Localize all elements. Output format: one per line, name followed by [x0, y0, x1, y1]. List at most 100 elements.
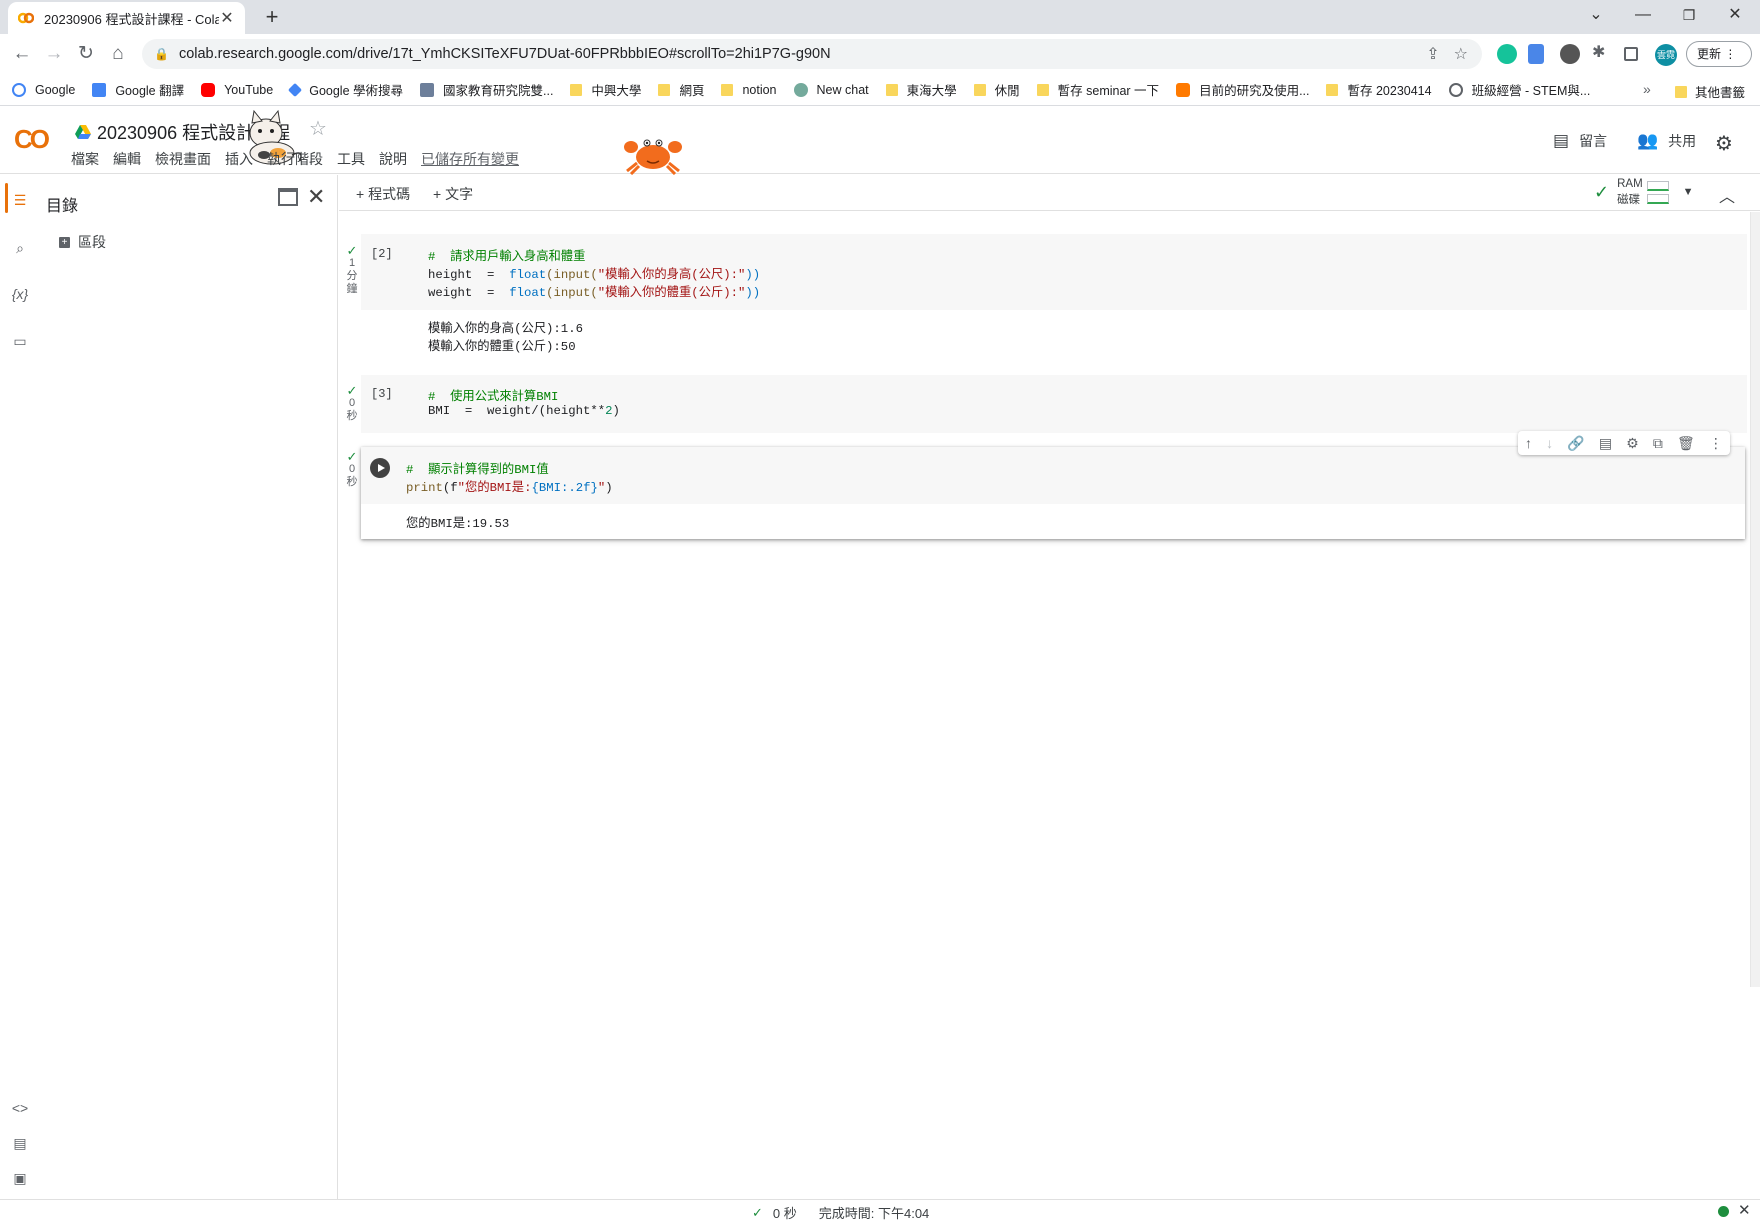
more-vert-icon[interactable]: ⋮	[1709, 435, 1723, 452]
save-status-link[interactable]: 已儲存所有變更	[421, 149, 519, 169]
lock-icon: 🔒	[154, 47, 169, 61]
bookmark-folder-leisure[interactable]: 休閒	[973, 80, 1020, 99]
menu-runtime[interactable]: 執行階段	[267, 149, 323, 169]
comment-button[interactable]: ▤ 留言	[1553, 131, 1607, 151]
bookmark-folder-nchu[interactable]: 中興大學	[570, 80, 641, 99]
colab-header: CO 20230906 程式設計課程 ☆ 檔案 編輯 檢視畫面 插入 執行階段 …	[0, 107, 1760, 175]
notebook-scrollbar[interactable]	[1750, 212, 1760, 987]
mirror-cell-icon[interactable]: ⧉	[1653, 435, 1663, 452]
bookmark-youtube[interactable]: YouTube	[201, 82, 273, 97]
star-notebook-icon[interactable]: ☆	[309, 116, 327, 141]
forward-button[interactable]: →	[40, 40, 68, 68]
puzzle-extensions-icon[interactable]: ✱	[1592, 42, 1612, 62]
code-editor[interactable]: # 顯示計算得到的BMI值 print(f"您的BMI是:{BMI:.2f}")	[399, 447, 1745, 504]
close-panel-icon[interactable]: ✕	[307, 184, 325, 210]
menu-view[interactable]: 檢視畫面	[155, 149, 211, 169]
delete-icon[interactable]: 🗑	[1677, 435, 1695, 452]
expand-plus-icon[interactable]: +	[59, 236, 70, 248]
close-window-button[interactable]: ✕	[1712, 0, 1758, 30]
site-icon	[1176, 82, 1191, 97]
move-up-icon[interactable]: ↑	[1525, 435, 1532, 451]
active-indicator	[5, 183, 8, 213]
add-text-button[interactable]: + 文字	[433, 184, 473, 204]
table-of-contents-icon[interactable]: ☰	[9, 189, 31, 211]
bookmark-folder-thu[interactable]: 東海大學	[885, 80, 957, 99]
menu-help[interactable]: 說明	[379, 149, 407, 169]
tab-search-icon[interactable]: ⌄	[1573, 0, 1619, 30]
resource-monitor[interactable]: ✓ RAM 磁碟 ▼	[1594, 176, 1694, 208]
code-cell[interactable]: [3] # 使用公式來計算BMI BMI = weight/(height**2…	[361, 375, 1747, 433]
menu-file[interactable]: 檔案	[71, 149, 99, 169]
update-button[interactable]: 更新 ⋮	[1686, 41, 1752, 67]
bookmark-research[interactable]: 目前的研究及使用...	[1176, 80, 1309, 99]
run-cell-button[interactable]	[370, 458, 390, 478]
bookmark-star-icon[interactable]: ☆	[1454, 44, 1468, 64]
bookmark-folder-temp[interactable]: 暫存 20230414	[1326, 80, 1432, 99]
execution-status-bar: ✓ 0 秒 完成時間: 下午4:04 ✕	[0, 1199, 1760, 1222]
collapse-header-icon[interactable]: ︿	[1719, 183, 1735, 207]
toc-title: 目錄	[46, 198, 79, 215]
browser-toolbar: ← → ↻ ⌂ 🔒 colab.research.google.com/driv…	[0, 34, 1760, 74]
code-cell-focused[interactable]: # 顯示計算得到的BMI值 print(f"您的BMI是:{BMI:.2f}")…	[361, 447, 1745, 539]
restore-button[interactable]: ❐	[1666, 0, 1712, 30]
translate-icon	[92, 82, 107, 97]
bookmark-naer[interactable]: 國家教育研究院雙...	[420, 80, 553, 99]
terminal-icon[interactable]: ▣	[9, 1167, 31, 1189]
folder-icon	[885, 83, 898, 96]
left-nav-rail: ☰ ⌕ {x} ▭ <> ▤ ▣	[0, 175, 40, 1199]
google-icon	[12, 82, 26, 97]
side-panel-icon[interactable]	[1624, 47, 1638, 61]
bookmark-scholar[interactable]: Google 學術搜尋	[288, 80, 403, 99]
minimize-button[interactable]: —	[1620, 0, 1666, 30]
comment-icon[interactable]: ▤	[1599, 435, 1612, 452]
bookmark-new-chat[interactable]: New chat	[793, 82, 869, 97]
bookmark-stem[interactable]: 班級經營 - STEM與...	[1448, 80, 1590, 99]
home-button[interactable]: ⌂	[104, 40, 132, 68]
bookmark-folder-notion[interactable]: notion	[721, 83, 777, 97]
extension-icon[interactable]	[1560, 44, 1580, 64]
bookmark-google[interactable]: Google	[12, 82, 75, 97]
link-icon[interactable]: 🔗	[1567, 435, 1584, 452]
share-button[interactable]: 👥 共用	[1637, 131, 1696, 151]
move-down-icon[interactable]: ↓	[1546, 435, 1553, 451]
open-in-tab-icon[interactable]	[278, 188, 298, 206]
grammarly-extension-icon[interactable]	[1497, 44, 1517, 64]
address-bar[interactable]: 🔒 colab.research.google.com/drive/17t_Ym…	[142, 39, 1482, 69]
code-snippets-icon[interactable]: <>	[9, 1097, 31, 1119]
share-page-icon[interactable]: ⇪	[1426, 44, 1439, 64]
docs-extension-icon[interactable]	[1528, 44, 1544, 64]
notebook-toolbar: + 程式碼 + 文字 ✓ RAM 磁碟 ▼ ︿	[339, 175, 1760, 211]
close-statusbar-icon[interactable]: ✕	[1738, 1201, 1751, 1219]
menu-edit[interactable]: 編輯	[113, 149, 141, 169]
folder-icon	[1675, 85, 1687, 98]
back-button[interactable]: ←	[8, 40, 36, 68]
caret-down-icon[interactable]: ▼	[1683, 186, 1694, 198]
cell-prompt: [3]	[371, 387, 393, 401]
table-of-contents-panel: 目錄 ✕ + 區段	[40, 175, 338, 1199]
variables-icon[interactable]: {x}	[9, 283, 31, 305]
files-folder-icon[interactable]: ▭	[9, 330, 31, 352]
other-bookmarks-folder[interactable]: 其他書籤	[1675, 82, 1745, 101]
bookmark-folder-web[interactable]: 網頁	[658, 80, 704, 99]
menu-tools[interactable]: 工具	[337, 149, 365, 169]
settings-icon[interactable]: ⚙	[1626, 435, 1639, 452]
search-icon[interactable]: ⌕	[9, 237, 31, 259]
reload-button[interactable]: ↻	[72, 40, 100, 68]
colab-logo[interactable]: CO	[14, 124, 50, 155]
folder-icon	[1036, 83, 1049, 96]
new-tab-button[interactable]: +	[258, 3, 286, 31]
toc-section-item[interactable]: + 區段	[59, 232, 106, 252]
browser-tab-active[interactable]: 20230906 程式設計課程 - Colab ✕	[8, 2, 245, 34]
bookmark-folder-seminar[interactable]: 暫存 seminar 一下	[1036, 80, 1159, 99]
naer-icon	[420, 82, 434, 97]
more-bookmarks-button[interactable]: »	[1643, 81, 1651, 97]
add-code-button[interactable]: + 程式碼	[356, 184, 410, 204]
settings-gear-icon[interactable]: ⚙	[1715, 131, 1733, 156]
command-palette-icon[interactable]: ▤	[9, 1132, 31, 1154]
close-tab-icon[interactable]: ✕	[219, 8, 235, 28]
bookmark-translate[interactable]: Google 翻譯	[92, 80, 184, 99]
code-cell[interactable]: [2] # 請求用戶輸入身高和體重 height = float(input("…	[361, 234, 1747, 310]
tab-title: 20230906 程式設計課程 - Colab	[44, 11, 219, 27]
profile-avatar[interactable]: 雲霓	[1655, 44, 1677, 66]
menu-insert[interactable]: 插入	[225, 149, 253, 169]
